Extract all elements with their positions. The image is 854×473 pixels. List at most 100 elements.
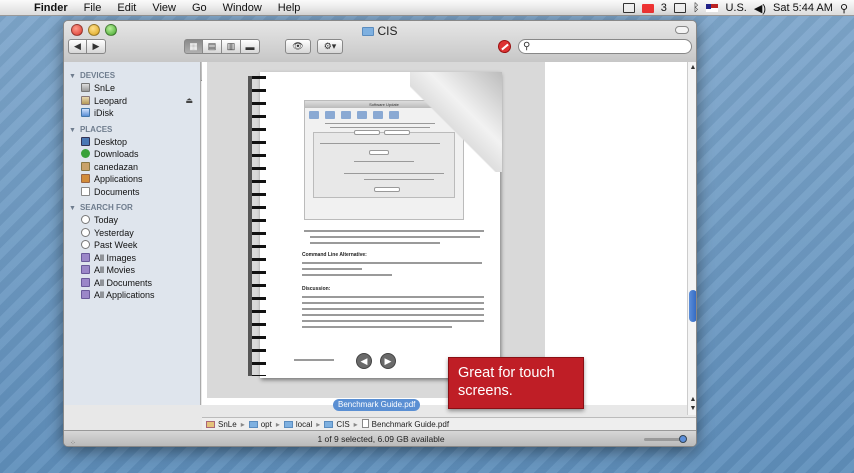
path-item-file[interactable]: Benchmark Guide.pdf — [361, 419, 449, 429]
resize-grip-icon[interactable]: ⁘ — [70, 435, 76, 446]
desktop-icon — [81, 136, 90, 146]
menu-app-finder[interactable]: Finder — [26, 2, 76, 14]
sidebar-item-yesterday[interactable]: Yesterday — [64, 227, 200, 240]
volume-icon[interactable]: ◀) — [754, 2, 766, 15]
previous-page-button[interactable]: ◀ — [356, 353, 372, 369]
calendar-icon[interactable] — [622, 3, 635, 13]
command-line-heading: Command Line Alternative: — [302, 252, 367, 258]
quick-look-button[interactable]: 👁 — [285, 39, 311, 54]
sidebar-item-desktop[interactable]: Desktop — [64, 136, 200, 149]
sidebar-item-downloads[interactable]: Downloads — [64, 148, 200, 161]
path-item-snle[interactable]: SnLe — [206, 420, 237, 429]
pdf-file-icon — [361, 419, 369, 428]
sidebar-item-applications[interactable]: Applications — [64, 173, 200, 186]
pdf-page-preview[interactable]: Software Update Command Line Alternative… — [260, 72, 502, 378]
folder-icon — [324, 420, 334, 428]
page-curl — [410, 72, 502, 172]
sidebar-item-home[interactable]: canedazan — [64, 161, 200, 174]
path-item-local[interactable]: local — [283, 420, 312, 429]
sidebar-heading-places[interactable]: ▼ PLACES — [64, 123, 200, 136]
sidebar-item-idisk[interactable]: iDisk — [64, 107, 200, 120]
menu-file[interactable]: File — [76, 2, 110, 14]
back-button[interactable]: ◀ — [68, 39, 87, 54]
smart-folder-icon — [81, 277, 90, 287]
clock-icon — [81, 240, 90, 249]
disk-icon — [81, 83, 90, 92]
coverflow-view-button[interactable]: ▬ — [241, 39, 260, 54]
selected-file-label[interactable]: Benchmark Guide.pdf — [333, 399, 421, 411]
menu-window[interactable]: Window — [215, 2, 270, 14]
clock-icon — [81, 215, 90, 224]
window-title: CIS — [64, 24, 696, 38]
sidebar-item-past-week[interactable]: Past Week — [64, 239, 200, 252]
menu-edit[interactable]: Edit — [109, 2, 144, 14]
icon-size-slider[interactable] — [644, 435, 687, 443]
search-field[interactable]: ⚲ — [518, 39, 692, 54]
status-text: 1 of 9 selected, 6.09 GB available — [317, 434, 445, 444]
documents-icon — [81, 186, 90, 196]
disk-icon — [81, 95, 90, 105]
home-icon — [81, 161, 90, 171]
folder-icon — [362, 27, 375, 36]
smart-folder-icon — [81, 290, 90, 299]
chevron-right-icon: ▸ — [316, 419, 321, 429]
no-entry-icon — [498, 40, 511, 53]
sidebar-item-documents[interactable]: Documents — [64, 186, 200, 199]
coverflow-area[interactable]: Software Update Command Line Alternative… — [207, 62, 545, 411]
input-source-label[interactable]: U.S. — [725, 2, 746, 14]
eject-icon[interactable]: ⏏ — [185, 95, 193, 108]
applications-icon — [81, 174, 90, 183]
sidebar-item-all-movies[interactable]: All Movies — [64, 264, 200, 277]
sidebar-item-all-applications[interactable]: All Applications — [64, 289, 200, 302]
column-view-button[interactable]: ▥ — [222, 39, 241, 54]
bluetooth-icon[interactable]: ᛒ — [693, 2, 700, 14]
menu-help[interactable]: Help — [270, 2, 309, 14]
menu-bar: Finder File Edit View Go Window Help 3 ᛒ… — [0, 0, 854, 16]
spiral-binding — [252, 76, 266, 376]
sidebar: ▼ DEVICES SnLe Leopard ⏏ iDisk ▼ PLACES Des… — [64, 62, 201, 405]
status-bar: ⁘ 1 of 9 selected, 6.09 GB available — [64, 430, 696, 446]
forward-button[interactable]: ▶ — [87, 39, 106, 54]
disk-icon — [206, 420, 215, 428]
scroll-down-arrow-icon[interactable]: ▼ — [689, 405, 696, 413]
slider-knob[interactable] — [679, 435, 687, 443]
list-view-button[interactable]: ▤ — [203, 39, 222, 54]
idisk-icon — [81, 108, 90, 117]
menu-go[interactable]: Go — [184, 2, 215, 14]
next-page-button[interactable]: ▶ — [380, 353, 396, 369]
path-bar: SnLe ▸ opt ▸ local ▸ CIS ▸ Benchmark Gui… — [202, 417, 696, 430]
sidebar-item-today[interactable]: Today — [64, 214, 200, 227]
action-menu-button[interactable]: ⚙▾ — [317, 39, 343, 54]
downloads-icon — [81, 149, 90, 158]
us-flag-icon[interactable] — [706, 4, 719, 12]
annotation-callout: Great for touch screens. — [448, 357, 584, 409]
finder-window: CIS ◀ ▶ ▦ ▤ ▥ ▬ 👁 ⚙▾ ⚲ ▼ DEVICES SnLe Leo… — [63, 20, 697, 447]
gmail-count: 3 — [660, 2, 667, 14]
spotlight-icon[interactable]: ⚲ — [840, 2, 848, 15]
toolbar-toggle-button[interactable] — [675, 26, 689, 34]
chevron-right-icon: ▸ — [240, 419, 245, 429]
display-icon[interactable] — [673, 3, 686, 13]
scroll-up-arrow-icon[interactable]: ▲ — [689, 396, 696, 404]
sidebar-heading-devices[interactable]: ▼ DEVICES — [64, 69, 200, 82]
discussion-heading: Discussion: — [302, 286, 331, 292]
sidebar-item-all-images[interactable]: All Images — [64, 252, 200, 265]
path-item-opt[interactable]: opt — [248, 420, 272, 429]
sidebar-heading-search-for[interactable]: ▼ SEARCH FOR — [64, 201, 200, 214]
sidebar-item-leopard[interactable]: Leopard ⏏ — [64, 95, 200, 108]
search-icon: ⚲ — [523, 41, 531, 52]
sidebar-item-snle[interactable]: SnLe — [64, 82, 200, 95]
vertical-scrollbar[interactable]: ▲ ▲ ▼ — [687, 62, 696, 415]
gmail-icon[interactable] — [641, 3, 654, 13]
menu-clock[interactable]: Sat 5:44 AM — [773, 2, 833, 14]
sidebar-item-all-documents[interactable]: All Documents — [64, 277, 200, 290]
preview-pane: Software Update Command Line Alternative… — [202, 62, 696, 415]
chevron-right-icon: ▸ — [275, 419, 280, 429]
scroll-thumb[interactable] — [689, 290, 696, 322]
smart-folder-icon — [81, 265, 90, 274]
chevron-right-icon: ▸ — [353, 419, 358, 429]
icon-view-button[interactable]: ▦ — [184, 39, 203, 54]
path-item-cis[interactable]: CIS — [324, 420, 350, 429]
scroll-up-arrow-icon[interactable]: ▲ — [689, 64, 696, 72]
menu-view[interactable]: View — [144, 2, 184, 14]
